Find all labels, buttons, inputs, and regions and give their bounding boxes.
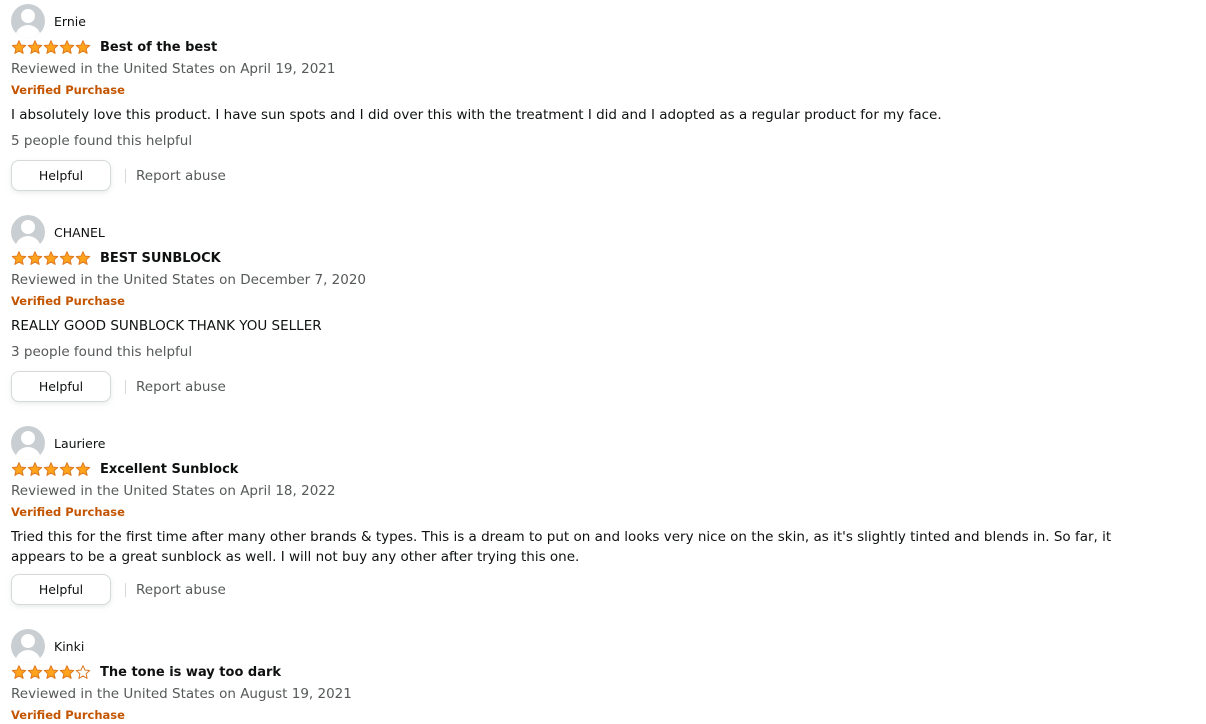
star-filled-icon: [11, 40, 27, 54]
star-filled-icon: [59, 40, 75, 54]
review-title[interactable]: Excellent Sunblock: [100, 462, 238, 477]
star-filled-icon: [43, 665, 59, 679]
star-filled-icon: [11, 251, 27, 265]
review-body: Tried this for the first time after many…: [11, 529, 1112, 565]
reviewer-profile[interactable]: Ernie: [11, 4, 86, 38]
review-date: Reviewed in the United States on April 1…: [11, 61, 336, 77]
star-rating: [11, 664, 91, 680]
review-body: REALLY GOOD SUNBLOCK THANK YOU SELLER: [11, 318, 322, 334]
report-abuse-link[interactable]: Report abuse: [136, 379, 226, 395]
star-filled-icon: [75, 462, 91, 476]
verified-purchase-badge: Verified Purchase: [11, 708, 125, 722]
review-title-row[interactable]: Excellent Sunblock: [11, 460, 238, 478]
star-filled-icon: [43, 462, 59, 476]
star-filled-icon: [27, 251, 43, 265]
star-filled-icon: [27, 665, 43, 679]
reviewer-profile[interactable]: Kinki: [11, 629, 84, 663]
reviewer-name: CHANEL: [54, 224, 105, 240]
review-title-row[interactable]: The tone is way too dark: [11, 663, 281, 681]
helpful-count: 3 people found this helpful: [11, 344, 193, 360]
star-filled-icon: [27, 40, 43, 54]
star-filled-icon: [27, 462, 43, 476]
helpful-button[interactable]: Helpful: [11, 160, 111, 191]
helpful-count: 5 people found this helpful: [11, 133, 193, 149]
divider: [125, 582, 126, 597]
star-filled-icon: [59, 665, 75, 679]
report-abuse-link[interactable]: Report abuse: [136, 582, 226, 598]
avatar-icon: [11, 215, 45, 249]
reviewer-name: Kinki: [54, 638, 85, 654]
divider: [125, 168, 126, 183]
star-filled-icon: [43, 251, 59, 265]
review-title[interactable]: Best of the best: [100, 40, 217, 55]
review-actions: Helpful Report abuse: [11, 160, 226, 191]
helpful-button[interactable]: Helpful: [11, 371, 111, 402]
review-date: Reviewed in the United States on August …: [11, 686, 352, 702]
review-title-row[interactable]: Best of the best: [11, 38, 217, 56]
reviewer-profile[interactable]: CHANEL: [11, 215, 105, 249]
star-rating: [11, 250, 91, 266]
review-title[interactable]: BEST SUNBLOCK: [100, 251, 221, 266]
report-abuse-link[interactable]: Report abuse: [136, 168, 226, 184]
avatar-icon: [11, 4, 45, 38]
reviewer-profile[interactable]: Lauriere: [11, 426, 105, 460]
review-title[interactable]: The tone is way too dark: [100, 665, 281, 680]
avatar-icon: [11, 629, 45, 663]
review-actions: Helpful Report abuse: [11, 574, 226, 605]
verified-purchase-badge: Verified Purchase: [11, 83, 125, 97]
star-filled-icon: [75, 251, 91, 265]
verified-purchase-badge: Verified Purchase: [11, 294, 125, 308]
review-date: Reviewed in the United States on Decembe…: [11, 272, 367, 288]
avatar-icon: [11, 426, 45, 460]
reviewer-name: Lauriere: [54, 435, 106, 451]
star-filled-icon: [11, 462, 27, 476]
star-empty-icon: [75, 665, 91, 679]
star-filled-icon: [43, 40, 59, 54]
star-filled-icon: [11, 665, 27, 679]
helpful-button[interactable]: Helpful: [11, 574, 111, 605]
reviewer-name: Ernie: [54, 13, 86, 29]
review-actions: Helpful Report abuse: [11, 371, 226, 402]
star-rating: [11, 39, 91, 55]
review-body: I absolutely love this product. I have s…: [11, 107, 942, 123]
verified-purchase-badge: Verified Purchase: [11, 505, 125, 519]
review-date: Reviewed in the United States on April 1…: [11, 483, 336, 499]
review-title-row[interactable]: BEST SUNBLOCK: [11, 249, 221, 267]
star-filled-icon: [59, 251, 75, 265]
star-filled-icon: [59, 462, 75, 476]
star-filled-icon: [75, 40, 91, 54]
star-rating: [11, 461, 91, 477]
divider: [125, 379, 126, 394]
